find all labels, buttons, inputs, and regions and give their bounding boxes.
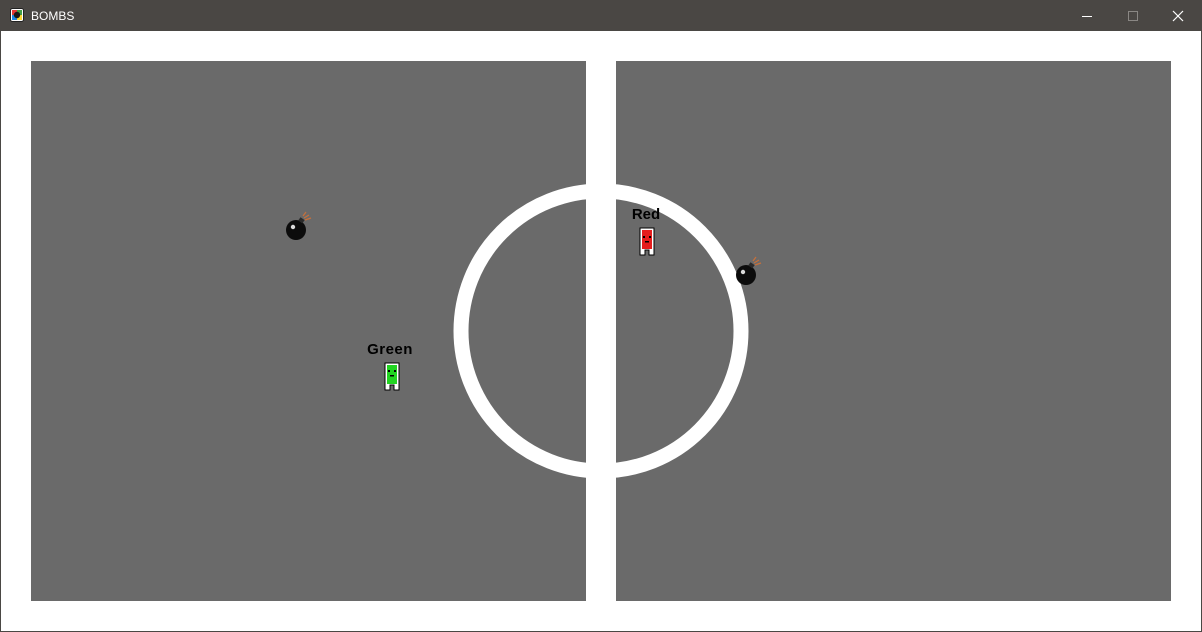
center-line bbox=[586, 61, 616, 601]
title-bar[interactable]: BOMBS bbox=[1, 1, 1201, 31]
player-label-green: Green bbox=[367, 341, 413, 358]
minimize-button[interactable] bbox=[1064, 1, 1110, 31]
close-button[interactable] bbox=[1155, 1, 1201, 31]
field-right-half bbox=[616, 61, 1171, 601]
app-icon bbox=[10, 8, 24, 22]
maximize-icon bbox=[1128, 11, 1138, 21]
minimize-icon bbox=[1082, 16, 1092, 17]
player-label-red: Red bbox=[631, 206, 661, 223]
window-title: BOMBS bbox=[31, 9, 75, 23]
game-canvas[interactable]: Red Green bbox=[1, 31, 1201, 631]
close-icon bbox=[1172, 10, 1184, 22]
field-left-half bbox=[31, 61, 586, 601]
playing-field bbox=[31, 61, 1171, 601]
maximize-button[interactable] bbox=[1110, 1, 1156, 31]
game-window: BOMBS Red Green bbox=[0, 0, 1202, 632]
